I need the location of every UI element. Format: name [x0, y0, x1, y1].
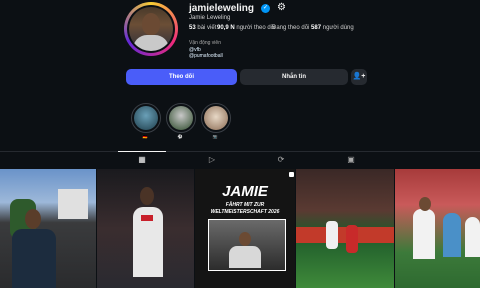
follow-button[interactable]: Theo dõi [126, 69, 237, 85]
reels-icon[interactable]: ▷ [206, 155, 218, 164]
highlight-1-label: 🇩🇪 [142, 134, 148, 139]
highlight-2-label: ⚽ [177, 134, 183, 139]
post-3-title: JAMIE [222, 183, 268, 200]
post-tile-3[interactable]: JAMIE FÄHRT MIT ZUR WELTMEISTERSCHAFT 20… [195, 169, 295, 288]
bio-mention-puma[interactable]: @pumafootball [189, 53, 223, 59]
highlight-3[interactable] [201, 103, 231, 133]
verified-badge-icon: ✓ [261, 4, 270, 13]
avatar-photo [129, 7, 173, 51]
message-button[interactable]: Nhắn tin [240, 69, 348, 85]
followers-count-label: người theo dõi [236, 25, 276, 31]
tab-divider [0, 151, 480, 152]
highlight-2[interactable] [166, 103, 196, 133]
tab-active-indicator [118, 151, 166, 152]
followers-count-value: 90,9 N [217, 25, 235, 31]
following-prefix: Đang theo dõi [272, 25, 310, 31]
posts-count: 53 bài viết [189, 25, 216, 31]
carousel-icon [289, 172, 294, 177]
posts-count-value: 53 [189, 25, 196, 31]
highlight-1[interactable] [131, 103, 161, 133]
highlight-3-label: 📷 [212, 134, 218, 139]
gear-icon[interactable]: ⚙ [277, 2, 286, 13]
post-3-subtitle-2: WELTMEISTERSCHAFT 2026 [210, 209, 280, 215]
profile-category: Vận động viên [189, 40, 221, 46]
post-3-subtitle-1: FÄHRT MIT ZUR [225, 202, 265, 208]
add-user-icon[interactable]: 👤+ [351, 69, 367, 85]
profile-full-name: Jamie Leweling [189, 15, 231, 21]
profile-username: jamieleweling [189, 3, 255, 14]
following-count[interactable]: Đang theo dõi 587 người dùng [272, 25, 354, 31]
grid-icon[interactable]: ▦ [136, 155, 148, 164]
post-tile-4[interactable] [296, 169, 394, 288]
post-tile-1[interactable] [0, 169, 96, 288]
following-count-label: người dùng [322, 25, 354, 31]
profile-avatar[interactable] [124, 2, 178, 56]
post-tile-2[interactable] [97, 169, 194, 288]
following-count-value: 587 [311, 25, 322, 31]
followers-count[interactable]: 90,9 N người theo dõi [217, 25, 275, 31]
tagged-icon[interactable]: ▣ [345, 155, 357, 164]
post-tile-5[interactable] [395, 169, 480, 288]
reposts-icon[interactable]: ⟳ [275, 155, 287, 164]
posts-count-label: bài viết [197, 25, 217, 31]
post-3-photo [208, 219, 286, 271]
